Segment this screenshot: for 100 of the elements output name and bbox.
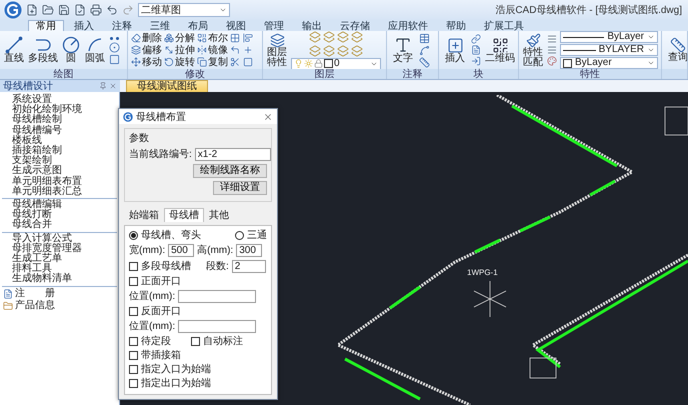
ribbon-tab[interactable]: 常用	[28, 20, 64, 31]
panel-menu-item[interactable]: 导入计算公式	[0, 234, 119, 244]
ribbon-tab[interactable]: 帮助	[438, 20, 474, 31]
modify-tool-button[interactable]: 拉伸	[164, 44, 195, 56]
modify-tool-button[interactable]: 布尔	[197, 32, 228, 44]
ribbon-tab[interactable]: 布局	[180, 20, 216, 31]
ribbon-tab[interactable]: 应用软件	[380, 20, 436, 31]
polyline-tool-button[interactable]: 多段线	[28, 36, 58, 64]
circle-tool-button[interactable]: 圆	[61, 36, 81, 64]
input-field[interactable]: 300	[236, 244, 262, 257]
panel-menu-item[interactable]: 母线槽编号	[0, 126, 119, 136]
dialog-button[interactable]: 详细设置	[213, 181, 267, 195]
align-icon[interactable]	[243, 33, 253, 43]
modify-tool-button[interactable]: 移动	[131, 56, 162, 68]
input-field[interactable]: x1-2	[194, 148, 271, 161]
layer-icon[interactable]	[351, 31, 363, 42]
panel-menu-item[interactable]: 母线槽绘制	[0, 115, 119, 126]
palette-icon[interactable]	[547, 56, 557, 66]
checkbox[interactable]	[129, 337, 138, 346]
workspace-dropdown[interactable]: 二维草图	[138, 3, 230, 17]
close-icon[interactable]	[263, 112, 273, 122]
layer-icon[interactable]	[309, 44, 321, 56]
ribbon-tab[interactable]: 云存储	[332, 20, 378, 31]
grid-icon[interactable]	[230, 33, 240, 43]
checkbox-label: 自动标注	[203, 336, 243, 347]
document-tab[interactable]: 母线测试图纸	[126, 80, 208, 92]
layer-icon[interactable]	[337, 31, 349, 42]
arc-tool-button[interactable]: 圆弧	[84, 36, 106, 64]
circle-dot-icon[interactable]	[109, 42, 120, 52]
ribbon-tab[interactable]: 视图	[218, 20, 254, 31]
panel-menu-item[interactable]: 单元明细表布置	[0, 176, 119, 187]
ribbon-tab[interactable]: 插入	[66, 20, 102, 31]
plus-icon[interactable]	[243, 45, 253, 55]
insert-block-button[interactable]: 插入	[442, 36, 468, 64]
link-icon[interactable]	[471, 34, 481, 44]
input-field[interactable]	[178, 290, 256, 303]
checkbox[interactable]	[129, 307, 138, 316]
dots-icon[interactable]	[109, 36, 120, 40]
layer-icon[interactable]	[309, 31, 321, 42]
text-tool-button[interactable]: 文字	[390, 36, 416, 64]
rectangle-icon[interactable]	[109, 54, 120, 64]
checkbox[interactable]	[129, 379, 138, 388]
dialog-button[interactable]: 绘制线路名称	[193, 164, 267, 178]
print-icon[interactable]	[90, 4, 102, 16]
ribbon-tab[interactable]: 注释	[104, 20, 140, 31]
field-label: 高(mm):	[197, 245, 234, 256]
open-folder-icon[interactable]	[42, 4, 54, 16]
close-icon[interactable]	[109, 82, 117, 90]
panel-title: 母线槽设计	[3, 80, 53, 93]
corner-icon[interactable]	[230, 45, 240, 55]
sun-icon	[304, 59, 313, 68]
ribbon-tab[interactable]: 管理	[256, 20, 292, 31]
checkbox[interactable]	[129, 351, 138, 360]
layer-icon[interactable]	[337, 44, 349, 56]
new-file-icon[interactable]	[26, 4, 38, 16]
radio-button[interactable]	[235, 231, 244, 240]
layer-icon[interactable]	[323, 31, 335, 42]
modify-tool-button[interactable]: 删除	[131, 32, 162, 44]
query-tool-button[interactable]: 查询	[665, 37, 687, 63]
layer-icon[interactable]	[351, 44, 363, 56]
layer-dropdown[interactable]: 0	[291, 58, 381, 70]
modify-tool-button[interactable]: 旋转	[164, 56, 195, 68]
modify-tool-button[interactable]: 镜像	[197, 44, 228, 56]
property-dropdown[interactable]: ByLayer	[560, 57, 658, 69]
input-field[interactable]	[178, 320, 256, 333]
square-icon[interactable]	[243, 57, 253, 67]
lock-icon	[314, 59, 323, 68]
panel-menu-item[interactable]: 注 册	[15, 288, 55, 300]
save-icon[interactable]	[58, 4, 70, 16]
panel-menu-item[interactable]: 生成物料清单	[0, 274, 119, 285]
undo-icon[interactable]	[106, 4, 118, 16]
app-logo[interactable]	[4, 1, 22, 19]
panel-menu-item[interactable]: 生成示意图	[0, 166, 119, 177]
layer-properties-button[interactable]: 图层特性	[266, 32, 288, 68]
input-field[interactable]: 2	[232, 260, 266, 273]
layer-icon[interactable]	[323, 44, 335, 56]
line-tool-button[interactable]: 直线	[3, 36, 25, 64]
property-dropdown[interactable]: BYLAYER	[560, 44, 658, 56]
property-dropdown[interactable]: ByLayer	[560, 31, 658, 43]
panel-menu-item[interactable]: 产品信息	[15, 300, 55, 312]
checkbox[interactable]	[191, 337, 200, 346]
checkbox[interactable]	[129, 365, 138, 374]
modify-tool-button[interactable]: 复制	[197, 56, 228, 68]
radio-button[interactable]	[129, 231, 138, 240]
pin-icon[interactable]	[99, 82, 107, 90]
qr-code-button[interactable]: 二维码	[484, 36, 516, 64]
dialog-tab[interactable]: 母线槽	[164, 208, 204, 222]
table-icon[interactable]	[419, 32, 430, 44]
panel-menu-item[interactable]: 单元明细表汇总	[0, 186, 119, 198]
scissors-icon[interactable]	[230, 57, 240, 67]
ribbon-tab[interactable]: 输出	[294, 20, 330, 31]
modify-tool-button[interactable]: 偏移	[131, 44, 162, 56]
ribbon-tab[interactable]: 三维	[142, 20, 178, 31]
modify-tool-button[interactable]: 分解	[164, 32, 195, 44]
panel-menu-item[interactable]: 母线合并	[0, 220, 119, 231]
checkbox[interactable]	[129, 277, 138, 286]
input-field[interactable]: 500	[168, 244, 194, 257]
match-properties-button[interactable]: 特性匹配	[522, 32, 544, 68]
checkbox[interactable]	[129, 262, 138, 271]
ribbon-tab[interactable]: 扩展工具	[476, 20, 532, 31]
